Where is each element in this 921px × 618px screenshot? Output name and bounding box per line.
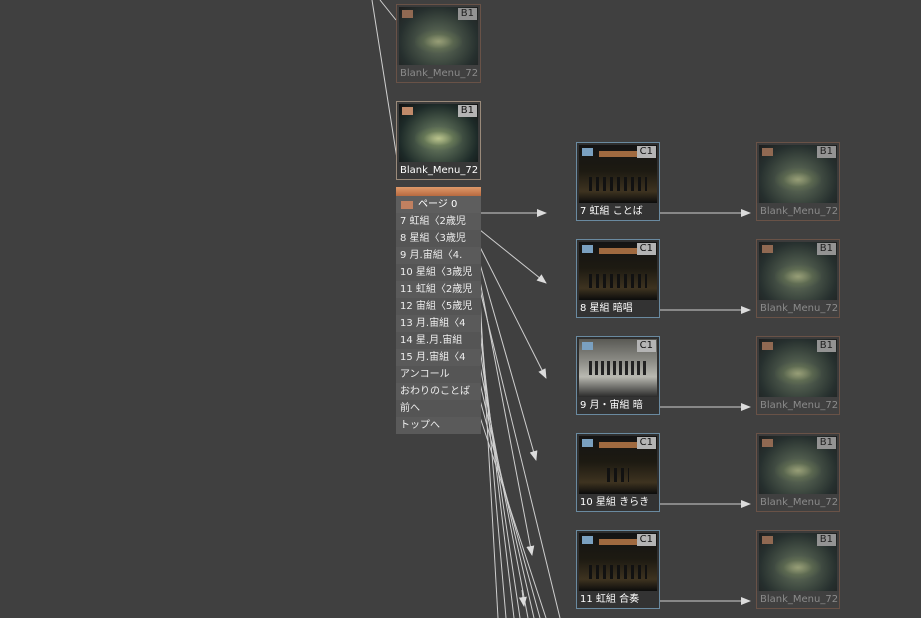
- title-type-icon: [582, 148, 593, 156]
- title-node-11[interactable]: C1 11 虹組 合奏: [576, 530, 660, 609]
- title-node-8[interactable]: C1 8 星組 暗唱: [576, 239, 660, 318]
- node-badge: B1: [816, 534, 836, 546]
- node-badge: B1: [457, 105, 477, 117]
- node-label: 9 月・宙組 暗: [577, 397, 659, 414]
- node-label: 11 虹組 合奏: [577, 591, 659, 608]
- menu-type-icon: [762, 148, 773, 156]
- button-list-header-bar: [396, 187, 481, 196]
- node-badge: C1: [636, 437, 656, 449]
- title-node-9[interactable]: C1 9 月・宙組 暗: [576, 336, 660, 415]
- menu-node-blank-1[interactable]: B1 Blank_Menu_72: [396, 4, 481, 83]
- button-item[interactable]: 9 月.宙組〈4.: [396, 247, 481, 264]
- menu-node-blank-2[interactable]: B1 Blank_Menu_72: [396, 101, 481, 180]
- node-badge: B1: [816, 340, 836, 352]
- menu-type-icon: [402, 107, 413, 115]
- menu-type-icon: [762, 342, 773, 350]
- node-badge: B1: [816, 146, 836, 158]
- button-item[interactable]: 8 星組〈3歳児: [396, 230, 481, 247]
- node-label: Blank_Menu_72: [757, 203, 839, 220]
- menu-type-icon: [762, 245, 773, 253]
- node-badge: B1: [816, 243, 836, 255]
- menu-type-icon: [762, 536, 773, 544]
- page-row[interactable]: ページ 0: [396, 196, 481, 213]
- button-item[interactable]: 14 星.月.宙組: [396, 332, 481, 349]
- title-type-icon: [582, 439, 593, 447]
- node-badge: C1: [636, 534, 656, 546]
- menu-type-icon: [402, 10, 413, 18]
- node-label: 7 虹組 ことば: [577, 203, 659, 220]
- button-item[interactable]: アンコール: [396, 366, 481, 383]
- button-item[interactable]: 前へ: [396, 400, 481, 417]
- button-item[interactable]: 7 虹組〈2歳児: [396, 213, 481, 230]
- node-label: Blank_Menu_72: [757, 494, 839, 511]
- menu-node-right-1[interactable]: B1 Blank_Menu_72: [756, 142, 840, 221]
- button-item[interactable]: 10 星組〈3歳児: [396, 264, 481, 281]
- menu-button-list: ページ 0 7 虹組〈2歳児 8 星組〈3歳児 9 月.宙組〈4. 10 星組〈…: [396, 187, 481, 434]
- node-badge: B1: [457, 8, 477, 20]
- node-badge: C1: [636, 146, 656, 158]
- title-type-icon: [582, 245, 593, 253]
- page-icon: [401, 201, 413, 209]
- title-type-icon: [582, 536, 593, 544]
- node-label: 10 星組 きらき: [577, 494, 659, 511]
- node-badge: C1: [636, 340, 656, 352]
- node-label: Blank_Menu_72: [757, 591, 839, 608]
- button-item[interactable]: トップへ: [396, 417, 481, 434]
- menu-type-icon: [762, 439, 773, 447]
- button-item[interactable]: 12 宙組〈5歳児: [396, 298, 481, 315]
- menu-node-right-5[interactable]: B1 Blank_Menu_72: [756, 530, 840, 609]
- node-badge: C1: [636, 243, 656, 255]
- node-label: Blank_Menu_72: [757, 397, 839, 414]
- button-item[interactable]: 13 月.宙組〈4: [396, 315, 481, 332]
- node-label: 8 星組 暗唱: [577, 300, 659, 317]
- button-item[interactable]: おわりのことば: [396, 383, 481, 400]
- page-label: ページ 0: [418, 199, 458, 210]
- menu-node-right-4[interactable]: B1 Blank_Menu_72: [756, 433, 840, 512]
- node-label: Blank_Menu_72: [397, 65, 480, 82]
- menu-node-right-3[interactable]: B1 Blank_Menu_72: [756, 336, 840, 415]
- button-item[interactable]: 11 虹組〈2歳児: [396, 281, 481, 298]
- menu-node-right-2[interactable]: B1 Blank_Menu_72: [756, 239, 840, 318]
- title-node-10[interactable]: C1 10 星組 きらき: [576, 433, 660, 512]
- title-node-7[interactable]: C1 7 虹組 ことば: [576, 142, 660, 221]
- node-label: Blank_Menu_72: [397, 162, 480, 179]
- node-badge: B1: [816, 437, 836, 449]
- flowchart-canvas[interactable]: B1 Blank_Menu_72 B1 Blank_Menu_72 ページ 0 …: [0, 0, 921, 618]
- button-item[interactable]: 15 月.宙組〈4: [396, 349, 481, 366]
- node-label: Blank_Menu_72: [757, 300, 839, 317]
- title-type-icon: [582, 342, 593, 350]
